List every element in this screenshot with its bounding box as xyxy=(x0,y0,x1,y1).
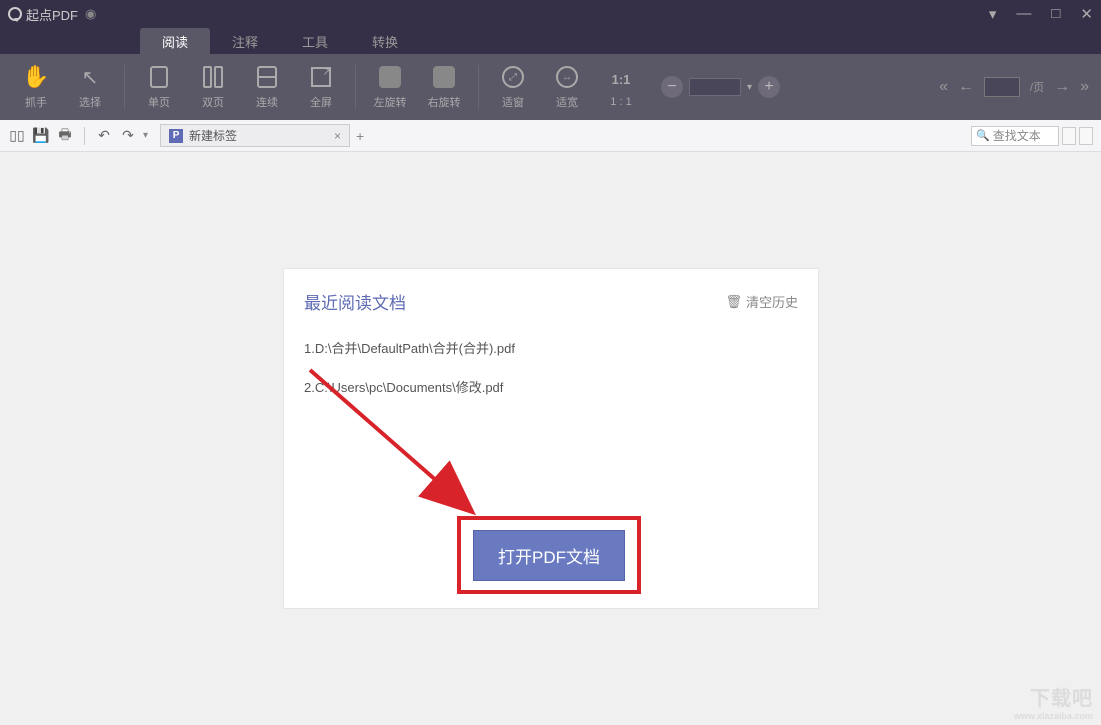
select-tool-label: 选择 xyxy=(79,94,101,110)
continuous-icon xyxy=(254,64,280,90)
pin-button[interactable]: ▾ xyxy=(989,5,997,23)
toolbar-separator xyxy=(124,65,125,109)
first-page-button[interactable]: « xyxy=(939,78,948,96)
fit-width-button[interactable]: ↔ 适宽 xyxy=(543,59,591,115)
minimize-button[interactable]: — xyxy=(1016,5,1031,23)
single-page-label: 单页 xyxy=(148,94,170,110)
select-tool-button[interactable]: ↖ 选择 xyxy=(66,59,114,115)
ratio-button[interactable]: 1:1 1 : 1 xyxy=(597,59,645,115)
app-logo-area: 起点PDF ◉ xyxy=(8,5,96,24)
window-controls: ▾ — □ ✕ xyxy=(989,5,1093,23)
separator xyxy=(84,127,85,145)
redo-icon[interactable]: ↷ xyxy=(119,127,137,145)
pdf-file-icon: P xyxy=(169,129,183,143)
grab-tool-button[interactable]: ✋ 抓手 xyxy=(12,59,60,115)
zoom-chevron-icon[interactable]: ▾ xyxy=(747,82,752,93)
page-label: /页 xyxy=(1030,79,1044,95)
document-tabs: P 新建标签 × + xyxy=(160,124,370,147)
fit-width-icon: ↔ xyxy=(554,64,580,90)
tab-convert[interactable]: 转换 xyxy=(350,28,420,54)
search-options-button[interactable] xyxy=(1062,127,1076,145)
rotate-right-icon xyxy=(431,64,457,90)
toolbar-separator xyxy=(478,65,479,109)
continuous-label: 连续 xyxy=(256,94,278,110)
fit-window-button[interactable]: ⤢ 适窗 xyxy=(489,59,537,115)
hand-icon: ✋ xyxy=(23,64,49,90)
tab-tools[interactable]: 工具 xyxy=(280,28,350,54)
open-pdf-button[interactable]: 打开PDF文档 xyxy=(473,530,625,581)
grab-tool-label: 抓手 xyxy=(25,94,47,110)
secondary-toolbar: ▯▯ 💾 🖶 ↶ ↷ ▾ P 新建标签 × + 🔍 查找文本 xyxy=(0,120,1101,152)
titlebar: 起点PDF ◉ ▾ — □ ✕ xyxy=(0,0,1101,28)
rotate-left-icon xyxy=(377,64,403,90)
recent-documents-title: 最近阅读文档 xyxy=(304,289,406,314)
last-page-button[interactable]: » xyxy=(1080,78,1089,96)
app-title: 起点PDF xyxy=(26,5,78,24)
zoom-controls: − ▾ + xyxy=(661,76,780,98)
rotate-right-button[interactable]: 右旋转 xyxy=(420,59,468,115)
open-button-highlight: 打开PDF文档 xyxy=(457,516,641,594)
next-page-button[interactable]: → xyxy=(1054,78,1070,96)
cursor-icon: ↖ xyxy=(77,64,103,90)
search-placeholder: 查找文本 xyxy=(993,127,1041,144)
ratio-icon: 1:1 xyxy=(608,66,634,92)
watermark: 下载吧 www.xiazaiba.com xyxy=(1014,682,1093,721)
document-tab-label: 新建标签 xyxy=(189,127,237,144)
fit-width-label: 适宽 xyxy=(556,94,578,110)
close-button[interactable]: ✕ xyxy=(1080,5,1093,23)
recent-item[interactable]: 2.C:\Users\pc\Documents\修改.pdf xyxy=(304,377,798,396)
single-page-button[interactable]: 单页 xyxy=(135,59,183,115)
ratio-label: 1 : 1 xyxy=(610,96,631,108)
rotate-right-label: 右旋转 xyxy=(428,94,461,110)
search-more-button[interactable] xyxy=(1079,127,1093,145)
more-chevron-icon[interactable]: ▾ xyxy=(143,130,148,141)
fullscreen-button[interactable]: 全屏 xyxy=(297,59,345,115)
fullscreen-icon xyxy=(308,64,334,90)
save-icon[interactable]: 💾 xyxy=(32,127,50,145)
fit-window-icon: ⤢ xyxy=(500,64,526,90)
zoom-value-box[interactable] xyxy=(689,78,741,96)
continuous-button[interactable]: 连续 xyxy=(243,59,291,115)
search-input[interactable]: 🔍 查找文本 xyxy=(971,126,1059,146)
app-menu-chevron-icon[interactable]: ◉ xyxy=(85,6,96,22)
undo-icon[interactable]: ↶ xyxy=(95,127,113,145)
toolbar-separator xyxy=(355,65,356,109)
tab-read[interactable]: 阅读 xyxy=(140,28,210,54)
clear-history-button[interactable]: 🗑 清空历史 xyxy=(725,292,798,311)
maximize-button[interactable]: □ xyxy=(1051,5,1060,23)
zoom-in-button[interactable]: + xyxy=(758,76,780,98)
rotate-left-button[interactable]: 左旋转 xyxy=(366,59,414,115)
main-toolbar: ✋ 抓手 ↖ 选择 单页 双页 连续 全屏 左旋转 右旋转 ⤢ 适窗 ↔ 适宽 … xyxy=(0,54,1101,120)
clear-history-label: 清空历史 xyxy=(746,292,798,311)
prev-page-button[interactable]: ← xyxy=(958,78,974,96)
print-icon[interactable]: 🖶 xyxy=(56,127,74,145)
single-page-icon xyxy=(146,64,172,90)
add-tab-button[interactable]: + xyxy=(350,128,370,144)
page-nav: « ← /页 → » xyxy=(939,77,1089,97)
zoom-out-button[interactable]: − xyxy=(661,76,683,98)
tab-annotate[interactable]: 注释 xyxy=(210,28,280,54)
fit-window-label: 适窗 xyxy=(502,94,524,110)
double-page-label: 双页 xyxy=(202,94,224,110)
watermark-text: 下载吧 xyxy=(1030,688,1093,710)
close-tab-icon[interactable]: × xyxy=(334,129,341,143)
search-icon: 🔍 xyxy=(976,129,990,142)
search-area: 🔍 查找文本 xyxy=(971,126,1093,146)
document-tab[interactable]: P 新建标签 × xyxy=(160,124,350,147)
menubar: 阅读 注释 工具 转换 xyxy=(0,28,1101,54)
fullscreen-label: 全屏 xyxy=(310,94,332,110)
double-page-button[interactable]: 双页 xyxy=(189,59,237,115)
watermark-url: www.xiazaiba.com xyxy=(1014,711,1093,721)
recent-item[interactable]: 1.D:\合并\DefaultPath\合并(合并).pdf xyxy=(304,338,798,357)
rotate-left-label: 左旋转 xyxy=(374,94,407,110)
trash-icon: 🗑 xyxy=(725,294,742,310)
double-page-icon xyxy=(200,64,226,90)
panel-header: 最近阅读文档 🗑 清空历史 xyxy=(304,289,798,314)
page-number-input[interactable] xyxy=(984,77,1020,97)
book-view-icon[interactable]: ▯▯ xyxy=(8,127,26,145)
app-logo-icon xyxy=(8,7,22,21)
